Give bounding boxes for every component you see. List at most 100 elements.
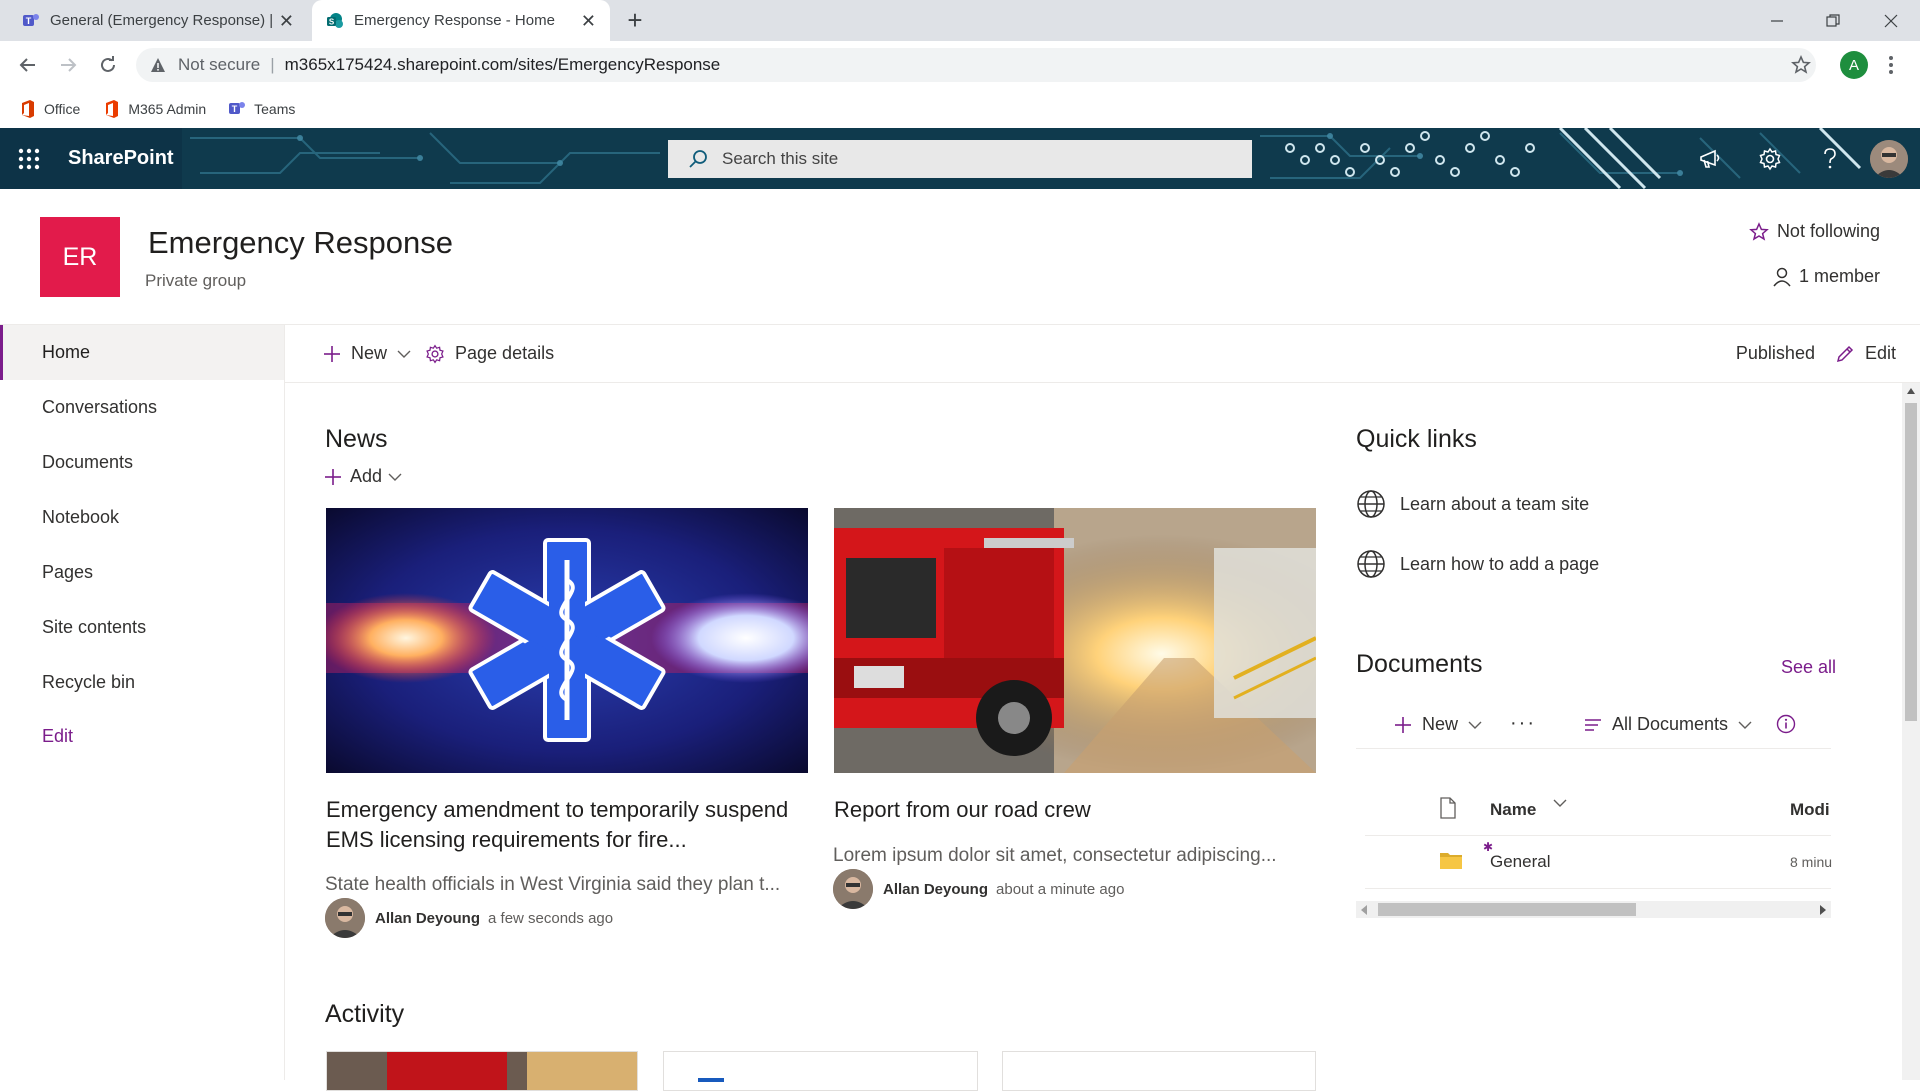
scroll-thumb[interactable] [1378, 903, 1636, 916]
quick-link-team-site[interactable]: Learn about a team site [1356, 489, 1589, 519]
view-switcher[interactable]: All Documents [1584, 714, 1752, 735]
document-name[interactable]: General [1490, 852, 1550, 872]
author-avatar[interactable] [833, 869, 873, 909]
members-button[interactable]: 1 member [1773, 266, 1880, 287]
new-label: New [351, 343, 388, 363]
nav-item-notebook[interactable]: Notebook [0, 490, 284, 545]
sharepoint-brand-link[interactable]: SharePoint [68, 147, 174, 170]
office-icon [20, 99, 36, 118]
news-title-1[interactable]: Emergency amendment to temporarily suspe… [326, 795, 808, 855]
info-icon[interactable] [1776, 714, 1796, 734]
file-type-icon[interactable] [1439, 797, 1457, 819]
site-title[interactable]: Emergency Response [148, 225, 453, 261]
author-avatar[interactable] [325, 898, 365, 938]
bookmark-label: M365 Admin [128, 100, 207, 117]
edit-page-button[interactable]: Edit [1835, 343, 1896, 364]
forward-icon[interactable] [54, 51, 82, 79]
activity-card[interactable] [663, 1051, 978, 1091]
chevron-down-icon[interactable] [1553, 799, 1567, 807]
chevron-down-icon [1738, 721, 1752, 729]
search-box[interactable]: Search this site [668, 140, 1252, 178]
new-label: New [1422, 714, 1459, 734]
browser-toolbar: Not secure | m365x175424.sharepoint.com/… [0, 41, 1920, 89]
gear-icon [425, 344, 445, 364]
page-vertical-scrollbar[interactable] [1902, 383, 1920, 1080]
close-tab-icon[interactable]: ✕ [581, 12, 596, 30]
news-heading: News [325, 425, 388, 453]
documents-new-button[interactable]: New [1394, 714, 1482, 735]
bookmark-teams[interactable]: T Teams [228, 101, 295, 117]
nav-item-documents[interactable]: Documents [0, 435, 284, 490]
profile-avatar[interactable]: A [1840, 51, 1868, 79]
reload-icon[interactable] [94, 51, 122, 79]
nav-item-home[interactable]: Home [0, 325, 284, 380]
author-name[interactable]: Allan Deyoung [883, 881, 988, 898]
browser-menu-icon[interactable] [1886, 53, 1896, 77]
author-name[interactable]: Allan Deyoung [375, 910, 480, 927]
plus-icon [323, 345, 341, 363]
see-all-link[interactable]: See all [1781, 657, 1836, 678]
back-icon[interactable] [14, 51, 42, 79]
nav-item-label: Documents [42, 452, 134, 472]
browser-tab-teams[interactable]: T General (Emergency Response) | M ✕ [8, 0, 308, 41]
add-news-button[interactable]: Add [324, 466, 402, 487]
minimize-icon[interactable] [1752, 4, 1802, 38]
nav-item-recycle-bin[interactable]: Recycle bin [0, 655, 284, 710]
activity-card[interactable] [1002, 1051, 1316, 1091]
star-icon [1749, 221, 1777, 242]
quick-link-add-page[interactable]: Learn how to add a page [1356, 549, 1599, 579]
post-time: a few seconds ago [488, 909, 614, 927]
column-header-modified[interactable]: Modi [1790, 800, 1830, 820]
news-image-firetruck[interactable] [834, 508, 1316, 773]
new-tab-button[interactable]: + [620, 6, 650, 36]
app-launcher-icon[interactable] [18, 148, 40, 170]
more-options-icon[interactable]: ··· [1510, 712, 1536, 735]
nav-edit-link[interactable]: Edit [0, 709, 284, 764]
close-window-icon[interactable] [1866, 4, 1916, 38]
chevron-down-icon [397, 350, 411, 358]
chevron-down-icon [1468, 721, 1482, 729]
view-label: All Documents [1612, 714, 1729, 734]
restore-icon[interactable] [1808, 4, 1858, 38]
browser-tab-sharepoint[interactable]: S Emergency Response - Home ✕ [312, 0, 610, 41]
follow-button[interactable]: Not following [1749, 221, 1880, 242]
warning-icon[interactable] [150, 57, 166, 73]
close-tab-icon[interactable]: ✕ [279, 12, 294, 30]
address-bar[interactable]: Not secure | m365x175424.sharepoint.com/… [136, 48, 1816, 82]
bookmark-m365-admin[interactable]: M365 Admin [104, 99, 207, 118]
scroll-thumb[interactable] [1905, 403, 1917, 721]
news-image-ems[interactable] [326, 508, 808, 773]
documents-command-bar: New ··· All Documents [1356, 702, 1831, 749]
documents-horizontal-scrollbar[interactable] [1356, 901, 1831, 918]
column-header-name[interactable]: Name [1490, 800, 1536, 820]
nav-item-pages[interactable]: Pages [0, 545, 284, 600]
scroll-right-icon[interactable] [1819, 905, 1827, 915]
person-icon [1773, 267, 1799, 287]
post-time: about a minute ago [996, 880, 1125, 898]
documents-header-row: Name Modi [1365, 785, 1831, 836]
page-details-button[interactable]: Page details [425, 343, 554, 364]
scroll-up-icon[interactable] [1907, 387, 1915, 394]
page-details-label: Page details [455, 343, 555, 363]
document-row[interactable]: ✱ General 8 minu [1365, 836, 1832, 889]
separator: | [270, 55, 275, 74]
news-title-2[interactable]: Report from our road crew [834, 795, 1316, 825]
scroll-left-icon[interactable] [1360, 905, 1368, 915]
activity-card[interactable] [326, 1051, 638, 1091]
edit-label: Edit [1864, 343, 1896, 363]
nav-item-conversations[interactable]: Conversations [0, 380, 284, 435]
bookmark-star-icon[interactable] [1791, 55, 1811, 75]
site-logo[interactable]: ER [40, 217, 120, 297]
nav-item-site-contents[interactable]: Site contents [0, 600, 284, 655]
bookmark-office[interactable]: Office [20, 99, 80, 118]
help-icon[interactable] [1805, 128, 1855, 189]
megaphone-icon[interactable] [1685, 128, 1735, 189]
nav-item-label: Recycle bin [42, 672, 136, 692]
settings-gear-icon[interactable] [1745, 128, 1795, 189]
office-icon [104, 99, 120, 118]
site-header: ER Emergency Response Private group Not … [0, 189, 1920, 325]
user-avatar[interactable] [1870, 140, 1908, 178]
command-bar-right: Published Edit [1736, 325, 1896, 382]
nav-item-label: Edit [42, 726, 74, 746]
new-button[interactable]: New [323, 343, 411, 364]
